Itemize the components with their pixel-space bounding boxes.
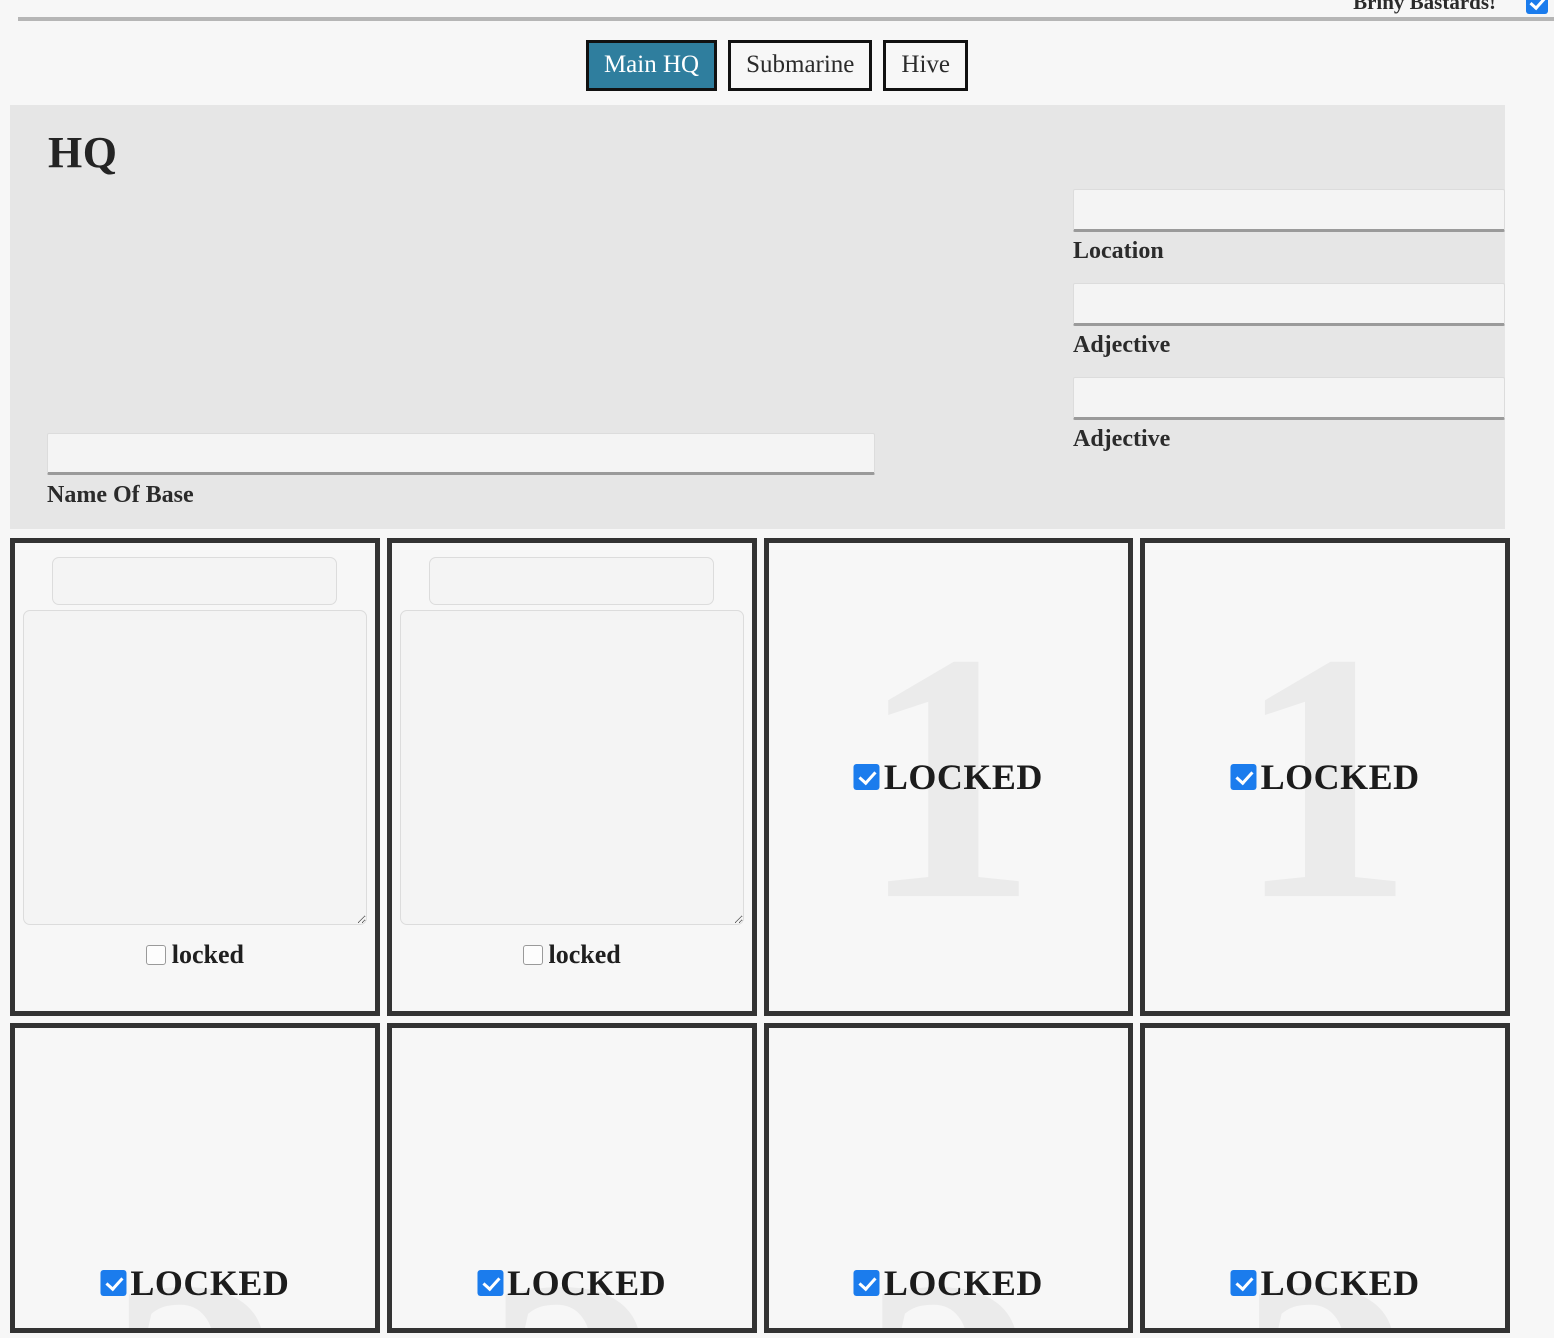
tab-main-hq[interactable]: Main HQ [585,40,718,91]
card-4-locked-checkbox[interactable] [1230,764,1257,790]
tab-bar: Main HQ Submarine Hive [0,28,1554,105]
hq-field-stack: Location Adjective Adjective [1073,189,1505,471]
card-2-title-input[interactable] [429,557,715,605]
adjective-2-input[interactable] [1073,377,1505,420]
card-2-locked-label: locked [548,940,621,969]
name-of-base-input[interactable] [47,433,875,475]
card-locked-6: 2 LOCKED [386,1023,757,1333]
card-3-locked-checkbox[interactable] [853,764,880,790]
card-8-locked-checkbox[interactable] [1230,1270,1257,1296]
card-3-locked-label: LOCKED [883,757,1043,797]
card-3-locked-row: LOCKED [853,756,1043,798]
card-4-locked-row: LOCKED [1230,756,1420,798]
card-5-locked-checkbox[interactable] [100,1270,127,1296]
field-name-of-base: Name Of Base [47,433,875,509]
location-input[interactable] [1073,189,1505,232]
card-6-locked-row: LOCKED [477,1262,666,1304]
card-2-locked-checkbox[interactable] [522,945,543,965]
card-locked-5: 2 LOCKED [10,1023,380,1333]
card-1-locked-label: locked [171,940,244,969]
field-adjective-2: Adjective [1073,377,1505,453]
adjective-1-label: Adjective [1073,332,1171,358]
adjective-1-input[interactable] [1073,283,1505,326]
card-4-locked-label: LOCKED [1260,757,1420,797]
card-7-locked-checkbox[interactable] [853,1270,880,1296]
card-8-locked-row: LOCKED [1230,1262,1420,1304]
page-title: HQ [48,128,118,177]
card-6-locked-label: LOCKED [507,1263,667,1303]
tab-hive[interactable]: Hive [883,40,969,91]
card-6-locked-checkbox[interactable] [477,1270,504,1296]
card-editable-1: locked [10,538,380,1016]
hq-panel: HQ Location Adjective Adjective Name Of … [10,105,1505,529]
card-5-locked-label: LOCKED [130,1263,290,1303]
card-1-title-input[interactable] [52,557,338,605]
window-header-strip: Briny Bastards! [0,0,1554,28]
card-locked-7: 2 LOCKED [763,1023,1134,1333]
tab-submarine[interactable]: Submarine [728,40,873,91]
card-1-body-textarea[interactable] [22,610,367,925]
adjective-2-label: Adjective [1073,426,1171,452]
card-2-body-textarea[interactable] [399,610,744,925]
card-editable-2: locked [386,538,757,1016]
card-8-locked-label: LOCKED [1260,1263,1420,1303]
name-of-base-label: Name Of Base [47,482,194,508]
card-7-locked-row: LOCKED [853,1262,1043,1304]
card-locked-8: 2 LOCKED [1140,1023,1510,1333]
field-location: Location [1073,189,1505,265]
header-checkbox[interactable] [1526,0,1548,14]
card-1-locked-row: locked [145,940,244,970]
header-divider [18,17,1554,21]
card-locked-4: 1 LOCKED [1140,538,1510,1016]
card-1-locked-checkbox[interactable] [145,945,166,965]
location-label: Location [1073,238,1164,264]
card-grid: locked locked 1 LOCKED 1 LOCKED 2 LOCKED [10,538,1510,1333]
card-7-locked-label: LOCKED [883,1263,1043,1303]
app-title: Briny Bastards! [1353,0,1496,14]
field-adjective-1: Adjective [1073,283,1505,359]
card-locked-3: 1 LOCKED [763,538,1134,1016]
card-5-locked-row: LOCKED [100,1262,289,1304]
card-2-locked-row: locked [522,940,621,970]
